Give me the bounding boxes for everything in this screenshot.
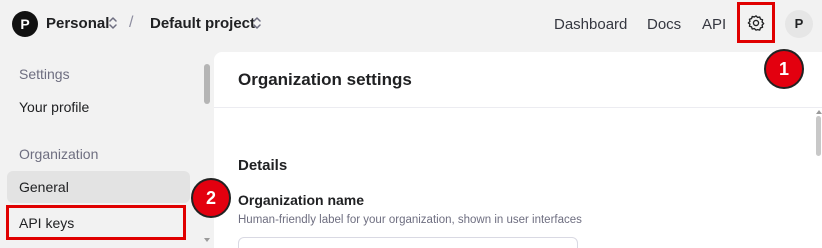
- sidebar-item-general[interactable]: General: [7, 171, 190, 203]
- sidebar-heading-organization: Organization: [19, 146, 99, 162]
- sidebar: Settings Your profile Organization Gener…: [0, 48, 214, 248]
- scroll-up-arrow-icon[interactable]: [816, 110, 822, 114]
- top-bar: P Personal / Default project Dashboard D…: [0, 0, 822, 48]
- sidebar-item-your-profile[interactable]: Your profile: [7, 91, 190, 123]
- chevron-up-down-icon[interactable]: [251, 15, 263, 31]
- nav-docs[interactable]: Docs: [647, 16, 681, 33]
- main-scrollbar[interactable]: [816, 116, 821, 156]
- annotation-badge-1: 1: [764, 49, 804, 89]
- org-switcher[interactable]: Personal: [46, 15, 109, 32]
- org-name-label: Organization name: [238, 192, 365, 208]
- main-panel: Organization settings Details Organizati…: [214, 52, 822, 248]
- chevron-up-down-icon[interactable]: [107, 15, 119, 31]
- breadcrumb-separator: /: [129, 14, 134, 31]
- user-avatar[interactable]: P: [785, 10, 813, 38]
- sidebar-heading-settings: Settings: [19, 66, 70, 82]
- scroll-down-arrow-icon[interactable]: [204, 238, 210, 242]
- gear-icon: [747, 15, 765, 31]
- main-header: Organization settings: [214, 52, 822, 108]
- page-title: Organization settings: [238, 70, 412, 89]
- nav-api[interactable]: API: [702, 16, 726, 33]
- section-title-details: Details: [238, 157, 288, 174]
- settings-button[interactable]: [741, 7, 771, 39]
- org-avatar[interactable]: P: [12, 11, 38, 37]
- sidebar-scrollbar[interactable]: [204, 64, 210, 104]
- sidebar-item-api-keys[interactable]: API keys: [7, 207, 190, 239]
- annotation-badge-2: 2: [191, 178, 231, 218]
- org-name-help-text: Human-friendly label for your organizati…: [238, 214, 582, 226]
- nav-dashboard[interactable]: Dashboard: [554, 16, 627, 33]
- org-name-input[interactable]: [238, 237, 578, 248]
- project-switcher[interactable]: Default project: [150, 15, 255, 32]
